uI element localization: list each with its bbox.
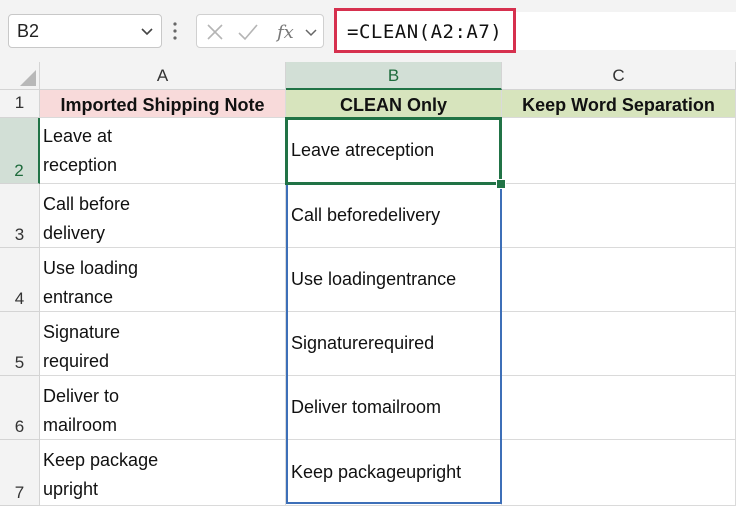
spreadsheet-grid: A B C 1 2 3 4 5 6 7 Imported Shipping No… [0,62,736,506]
cell-b7[interactable]: Keep packageupright [286,440,502,506]
formula-input[interactable]: =CLEAN(A2:A7) [334,8,516,53]
cell-c4[interactable] [502,248,736,312]
column-header-a[interactable]: A [40,62,286,90]
cell-a5[interactable]: Signature required [40,312,286,376]
formula-bar-area: B2 fx =CLEAN(A2:A7) [0,0,736,62]
formula-controls: fx [196,14,324,48]
cell-c1[interactable]: Keep Word Separation [502,90,736,118]
name-box[interactable]: B2 [8,14,162,48]
row-header-4[interactable]: 4 [0,248,40,312]
cell-a2[interactable]: Leave at reception [40,118,286,184]
formula-input-extension[interactable] [516,12,736,50]
chevron-down-icon[interactable] [139,23,155,39]
cell-b4[interactable]: Use loadingentrance [286,248,502,312]
cell-b3[interactable]: Call beforedelivery [286,184,502,248]
name-box-value: B2 [17,21,40,41]
cell-c6[interactable] [502,376,736,440]
row-header-1[interactable]: 1 [0,90,40,118]
cell-a3[interactable]: Call before delivery [40,184,286,248]
row-header-5[interactable]: 5 [0,312,40,376]
cell-a4[interactable]: Use loading entrance [40,248,286,312]
fill-handle[interactable] [496,179,506,189]
cancel-icon[interactable] [205,22,225,42]
cell-a6[interactable]: Deliver to mailroom [40,376,286,440]
formula-text: =CLEAN(A2:A7) [347,21,503,43]
row-header-2[interactable]: 2 [0,118,40,184]
column-header-b[interactable]: B [286,62,502,90]
select-all-corner[interactable] [0,62,40,90]
cell-c7[interactable] [502,440,736,506]
cell-b2[interactable]: Leave atreception [286,118,502,184]
chevron-down-icon[interactable] [303,24,319,40]
row-header-3[interactable]: 3 [0,184,40,248]
row-header-6[interactable]: 6 [0,376,40,440]
cell-a7[interactable]: Keep package upright [40,440,286,506]
cell-b5[interactable]: Signaturerequired [286,312,502,376]
cell-c3[interactable] [502,184,736,248]
insert-function-icon[interactable]: fx [275,20,299,44]
cell-c2[interactable] [502,118,736,184]
cell-b6[interactable]: Deliver tomailroom [286,376,502,440]
cell-a1[interactable]: Imported Shipping Note [40,90,286,118]
row-header-7[interactable]: 7 [0,440,40,506]
select-all-triangle-icon [20,70,36,86]
column-header-c[interactable]: C [502,62,736,90]
enter-check-icon[interactable] [237,22,259,42]
cell-c5[interactable] [502,312,736,376]
cell-b1[interactable]: CLEAN Only [286,90,502,118]
svg-text:fx: fx [275,22,294,43]
more-options-icon[interactable] [172,18,178,44]
